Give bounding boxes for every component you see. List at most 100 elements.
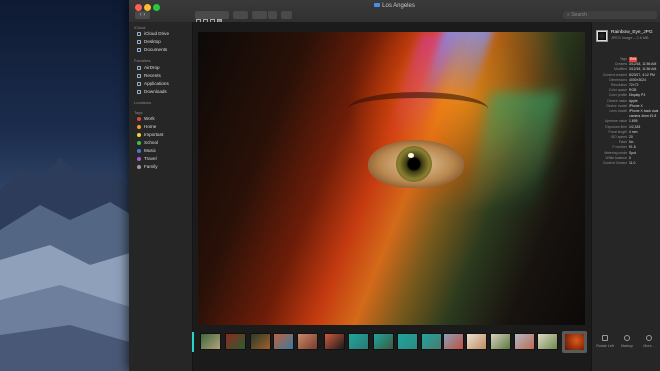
sidebar-item-documents[interactable]: Documents	[137, 46, 167, 53]
thumbnail[interactable]	[537, 333, 558, 350]
eyebrow-shape	[348, 92, 488, 126]
iris-shape	[396, 146, 432, 182]
sidebar-tag-home[interactable]: Home	[137, 123, 156, 130]
sidebar-tag-family[interactable]: Family	[137, 163, 158, 170]
action-gear-button[interactable]	[252, 11, 267, 19]
group-button[interactable]	[233, 11, 248, 19]
markup-icon	[624, 335, 630, 341]
sidebar-item-label: iCloud Drive	[144, 31, 170, 36]
thumbnail[interactable]	[250, 333, 271, 350]
sidebar: iCloud iCloud Drive Desktop Documents Fa…	[129, 22, 193, 371]
sidebar-item-downloads[interactable]: Downloads	[137, 88, 167, 95]
thumbnail[interactable]	[514, 333, 535, 350]
action-label: More...	[643, 344, 655, 348]
gallery-view	[192, 22, 591, 371]
share-button[interactable]	[268, 11, 277, 19]
action-label: Markup	[621, 344, 633, 348]
sidebar-item-desktop[interactable]: Desktop	[137, 38, 161, 45]
thumbnail[interactable]	[297, 333, 318, 350]
download-icon	[137, 89, 141, 94]
metadata-key: Content Creator	[602, 161, 627, 165]
sidebar-tag-music[interactable]: Music	[137, 147, 156, 154]
thumbnail[interactable]	[273, 333, 294, 350]
file-icon	[596, 30, 608, 42]
sidebar-section-favorites: Favorites	[134, 58, 151, 63]
clock-icon	[137, 73, 141, 78]
back-forward-buttons[interactable]: ‹ ›	[135, 11, 150, 19]
action-label: Rotate Left	[596, 344, 614, 348]
view-mode-buttons[interactable]	[195, 11, 229, 23]
sidebar-item-label: Documents	[144, 47, 168, 52]
thumbnail[interactable]	[466, 333, 487, 350]
sidebar-item-label: Recents	[144, 73, 161, 78]
title-bar: ‹ › Los Angeles ⌕ Search	[129, 0, 660, 23]
thumbnail-selected[interactable]	[562, 331, 587, 353]
sidebar-section-locations: Locations	[134, 100, 152, 105]
tag-dot-icon	[137, 116, 141, 121]
tag-dot-icon	[137, 164, 141, 169]
sidebar-item-label: Music	[144, 148, 156, 153]
metadata-key: Lens model	[609, 109, 627, 113]
file-thumb	[598, 32, 606, 40]
sidebar-item-label: School	[144, 140, 159, 145]
window-title: Los Angeles	[129, 3, 660, 9]
sidebar-tag-work[interactable]: Work	[137, 115, 155, 122]
sidebar-item-label: Work	[144, 116, 155, 121]
folder-icon	[374, 3, 381, 8]
tag-dot-icon	[137, 132, 141, 137]
preview-pane: Rainbow_Eye_JPG JPEG image – 2.6 MB Tags…	[591, 22, 660, 371]
thumbnail[interactable]	[225, 333, 246, 350]
filmstrip-scrubber[interactable]	[192, 332, 194, 352]
sidebar-item-label: Family	[144, 164, 158, 169]
thumbnail[interactable]	[490, 333, 511, 350]
sidebar-item-label: AirDrop	[144, 65, 160, 70]
window-title-text: Los Angeles	[382, 3, 415, 9]
eye-shape	[368, 140, 464, 188]
airdrop-icon	[137, 65, 141, 70]
sidebar-item-label: Home	[144, 124, 157, 129]
sidebar-item-label: Travel	[144, 156, 157, 161]
wallpaper-dunes	[0, 158, 140, 371]
sidebar-item-applications[interactable]: Applications	[137, 80, 169, 87]
cloud-icon	[137, 31, 141, 36]
search-field[interactable]: ⌕ Search	[563, 11, 657, 19]
file-name: Rainbow_Eye_JPG	[611, 30, 653, 35]
tag-dot-icon	[137, 156, 141, 161]
more-icon	[646, 335, 652, 341]
sidebar-item-label: Important	[144, 132, 164, 137]
thumbnail[interactable]	[200, 333, 221, 350]
tag-dot-icon	[137, 124, 141, 129]
applications-icon	[137, 81, 141, 86]
thumbnail-image	[565, 334, 584, 350]
thumbnail[interactable]	[324, 333, 345, 350]
search-placeholder: Search	[571, 12, 588, 18]
filmstrip	[192, 325, 591, 371]
document-icon	[137, 47, 141, 52]
tag-button[interactable]	[281, 11, 292, 19]
file-kind: JPEG image – 2.6 MB	[611, 36, 649, 40]
sidebar-item-label: Applications	[144, 81, 169, 86]
more-action[interactable]: More...	[638, 335, 660, 348]
eye-glint	[408, 153, 414, 158]
metadata-value: 11.0	[629, 161, 636, 165]
sidebar-tag-school[interactable]: School	[137, 139, 158, 146]
thumbnail[interactable]	[397, 333, 418, 350]
sidebar-item-airdrop[interactable]: AirDrop	[137, 64, 160, 71]
tag-dot-icon	[137, 148, 141, 153]
thumbnail[interactable]	[373, 333, 394, 350]
sidebar-item-label: Desktop	[144, 39, 161, 44]
preview-image	[198, 32, 585, 332]
sidebar-item-label: Downloads	[144, 89, 167, 94]
markup-action[interactable]: Markup	[616, 335, 638, 348]
sidebar-tag-important[interactable]: Important	[137, 131, 163, 138]
desktop-icon	[137, 39, 141, 44]
tag-dot-icon	[137, 140, 141, 145]
thumbnail[interactable]	[443, 333, 464, 350]
thumbnail[interactable]	[348, 333, 369, 350]
sidebar-item-icloud-drive[interactable]: iCloud Drive	[137, 30, 169, 37]
finder-window: ‹ › Los Angeles ⌕ Search iCloud iCloud D…	[129, 0, 660, 371]
sidebar-tag-travel[interactable]: Travel	[137, 155, 157, 162]
sidebar-item-recents[interactable]: Recents	[137, 72, 161, 79]
rotate-left-action[interactable]: Rotate Left	[594, 335, 616, 348]
thumbnail[interactable]	[421, 333, 442, 350]
